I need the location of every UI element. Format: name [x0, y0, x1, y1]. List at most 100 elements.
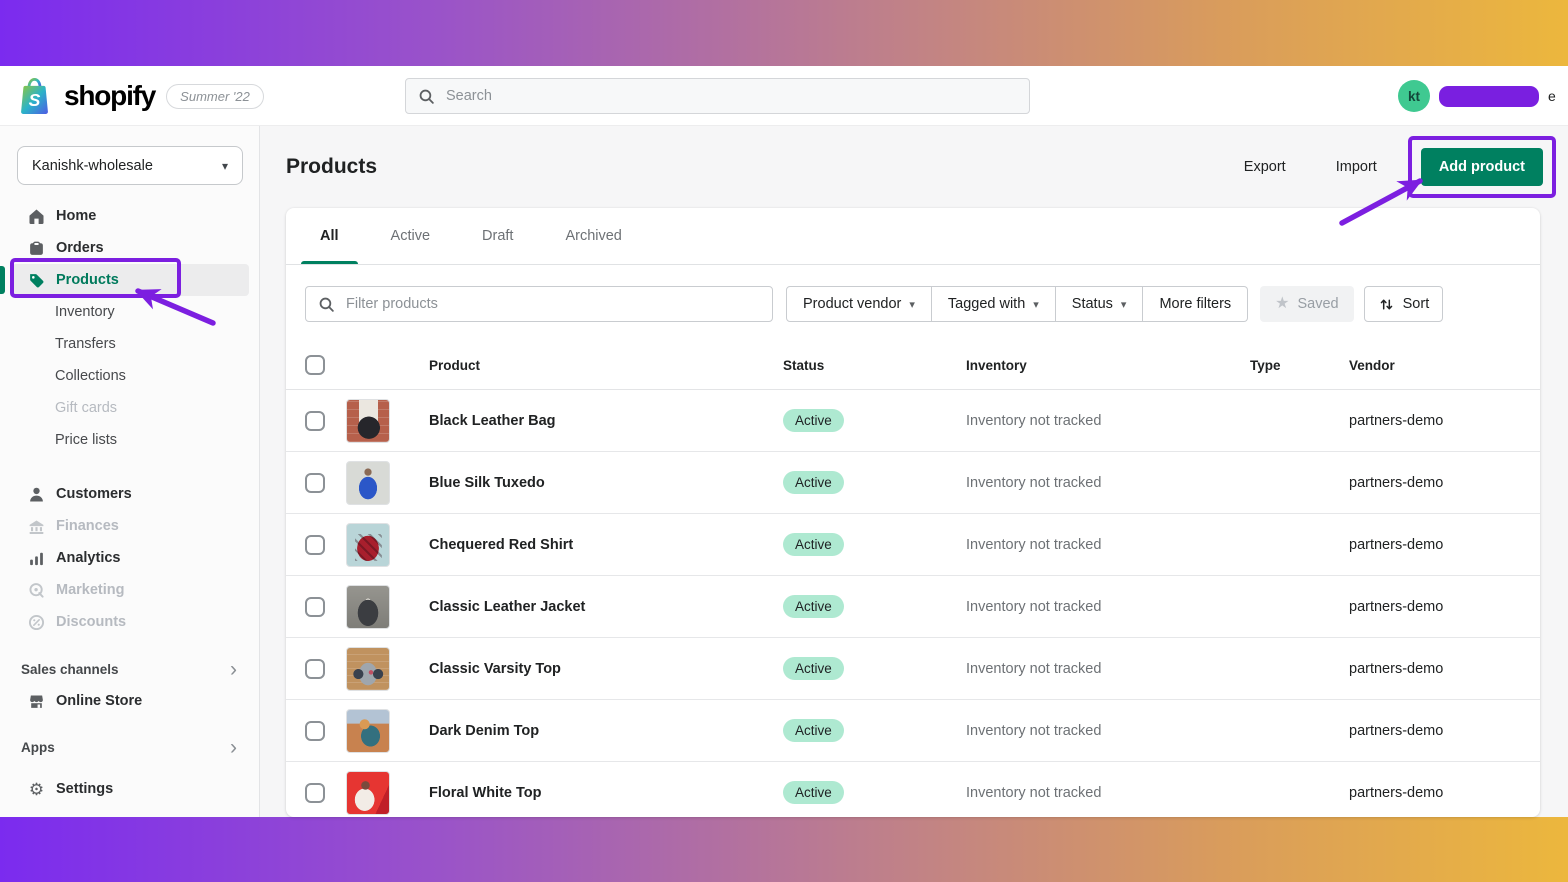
- table-row[interactable]: Classic Varsity Top Active Inventory not…: [286, 638, 1540, 700]
- tab-draft[interactable]: Draft: [456, 208, 539, 264]
- sidebar-item-finances[interactable]: Finances: [0, 510, 259, 542]
- filter-products-field[interactable]: [305, 286, 773, 322]
- store-switcher[interactable]: Kanishk-wholesale ▾: [17, 146, 243, 185]
- product-thumbnail[interactable]: [346, 460, 390, 505]
- status-badge: Active: [783, 595, 844, 618]
- product-name[interactable]: Black Leather Bag: [429, 413, 783, 429]
- more-filters-label: More filters: [1159, 296, 1232, 312]
- product-thumbnail[interactable]: [346, 398, 390, 443]
- saved-button[interactable]: ★ Saved: [1260, 286, 1354, 322]
- products-table: Product Status Inventory Type Vendor Bla…: [286, 341, 1540, 817]
- product-thumbnail[interactable]: [346, 522, 390, 567]
- person-icon: [28, 486, 45, 503]
- search-icon: [418, 88, 435, 105]
- sales-channels-header[interactable]: Sales channels ›: [0, 653, 259, 685]
- product-thumbnail[interactable]: [346, 584, 390, 629]
- more-filters-button[interactable]: More filters: [1143, 286, 1249, 322]
- status-badge: Active: [783, 471, 844, 494]
- header-actions: Export Import Add product: [1238, 148, 1543, 186]
- sidebar-item-settings[interactable]: ⚙ Settings: [0, 773, 259, 805]
- table-row[interactable]: Classic Leather Jacket Active Inventory …: [286, 576, 1540, 638]
- table-row[interactable]: Dark Denim Top Active Inventory not trac…: [286, 700, 1540, 762]
- sidebar-item-marketing[interactable]: Marketing: [0, 574, 259, 606]
- package-icon: [28, 240, 45, 257]
- vendor-cell: partners-demo: [1349, 412, 1444, 429]
- inventory-cell: Inventory not tracked: [966, 474, 1102, 491]
- product-name[interactable]: Chequered Red Shirt: [429, 537, 783, 553]
- sort-button[interactable]: Sort: [1363, 286, 1444, 322]
- table-row[interactable]: Blue Silk Tuxedo Active Inventory not tr…: [286, 452, 1540, 514]
- sidebar-item-transfers[interactable]: Transfers: [0, 328, 259, 360]
- storefront-icon: [28, 693, 45, 710]
- product-name[interactable]: Floral White Top: [429, 785, 783, 801]
- column-header-vendor[interactable]: Vendor: [1349, 358, 1540, 373]
- caret-down-icon: ▾: [909, 298, 915, 311]
- sidebar-item-online-store[interactable]: Online Store: [0, 685, 259, 717]
- sidebar-item-label: Finances: [56, 518, 119, 534]
- row-checkbox[interactable]: [305, 782, 325, 803]
- avatar[interactable]: kt: [1398, 80, 1430, 112]
- inventory-cell: Inventory not tracked: [966, 598, 1102, 615]
- product-name[interactable]: Classic Leather Jacket: [429, 599, 783, 615]
- table-row[interactable]: Chequered Red Shirt Active Inventory not…: [286, 514, 1540, 576]
- chevron-right-icon: ›: [230, 657, 237, 681]
- add-product-button[interactable]: Add product: [1420, 148, 1543, 186]
- global-search[interactable]: [405, 78, 1030, 114]
- sidebar-item-home[interactable]: Home: [0, 200, 259, 232]
- row-checkbox[interactable]: [305, 720, 325, 741]
- product-thumbnail[interactable]: [346, 646, 390, 691]
- status-badge: Active: [783, 781, 844, 804]
- product-thumbnail[interactable]: [346, 770, 390, 815]
- export-button[interactable]: Export: [1238, 158, 1292, 176]
- import-button[interactable]: Import: [1330, 158, 1383, 176]
- column-header-product[interactable]: Product: [429, 358, 783, 373]
- sidebar-item-analytics[interactable]: Analytics: [0, 542, 259, 574]
- column-header-status[interactable]: Status: [783, 358, 966, 373]
- product-name[interactable]: Blue Silk Tuxedo: [429, 475, 783, 491]
- tab-active[interactable]: Active: [365, 208, 457, 264]
- product-thumbnail[interactable]: [346, 708, 390, 753]
- sidebar-item-orders[interactable]: Orders: [0, 232, 259, 264]
- sidebar-item-label: Settings: [56, 781, 114, 797]
- sidebar-item-price-lists[interactable]: Price lists: [0, 424, 259, 456]
- sidebar-item-collections[interactable]: Collections: [0, 360, 259, 392]
- tab-archived[interactable]: Archived: [539, 208, 647, 264]
- status-badge: Active: [783, 409, 844, 432]
- sidebar-item-discounts[interactable]: Discounts: [0, 606, 259, 638]
- sidebar-item-inventory[interactable]: Inventory: [0, 296, 259, 328]
- account-name-suffix: e: [1548, 88, 1556, 104]
- row-checkbox[interactable]: [305, 410, 325, 431]
- row-checkbox[interactable]: [305, 472, 325, 493]
- status-badge: Active: [783, 533, 844, 556]
- shopify-admin-window: S shopify Summer '22 kt e Kanishk-wholes…: [0, 66, 1568, 817]
- shopify-wordmark: shopify: [64, 80, 156, 111]
- row-checkbox[interactable]: [305, 534, 325, 555]
- status-badge: Active: [783, 657, 844, 680]
- search-icon: [318, 296, 335, 313]
- search-input[interactable]: [444, 87, 1017, 105]
- product-name[interactable]: Dark Denim Top: [429, 723, 783, 739]
- vendor-cell: partners-demo: [1349, 536, 1444, 553]
- table-row[interactable]: Black Leather Bag Active Inventory not t…: [286, 390, 1540, 452]
- tab-all[interactable]: All: [294, 208, 365, 264]
- product-vendor-filter[interactable]: Product vendor ▾: [786, 286, 932, 322]
- table-row[interactable]: Floral White Top Active Inventory not tr…: [286, 762, 1540, 817]
- product-name[interactable]: Classic Varsity Top: [429, 661, 783, 677]
- sidebar-item-customers[interactable]: Customers: [0, 478, 259, 510]
- tagged-with-filter[interactable]: Tagged with ▾: [931, 286, 1056, 322]
- status-filter[interactable]: Status ▾: [1055, 286, 1144, 322]
- row-checkbox[interactable]: [305, 658, 325, 679]
- sidebar-item-gift-cards[interactable]: Gift cards: [0, 392, 259, 424]
- column-header-inventory[interactable]: Inventory: [966, 358, 1250, 373]
- select-all-checkbox[interactable]: [305, 355, 325, 375]
- sidebar-item-products[interactable]: Products: [0, 264, 249, 296]
- apps-header[interactable]: Apps ›: [0, 731, 259, 763]
- column-header-type[interactable]: Type: [1250, 358, 1349, 373]
- products-card: All Active Draft Archived Product vendor…: [286, 208, 1540, 817]
- status-tabs: All Active Draft Archived: [286, 208, 1540, 265]
- filter-products-input[interactable]: [344, 295, 760, 313]
- account-menu[interactable]: kt e: [1398, 80, 1556, 112]
- star-icon: ★: [1275, 295, 1290, 312]
- shopify-logo[interactable]: S shopify Summer '22: [16, 75, 264, 117]
- row-checkbox[interactable]: [305, 596, 325, 617]
